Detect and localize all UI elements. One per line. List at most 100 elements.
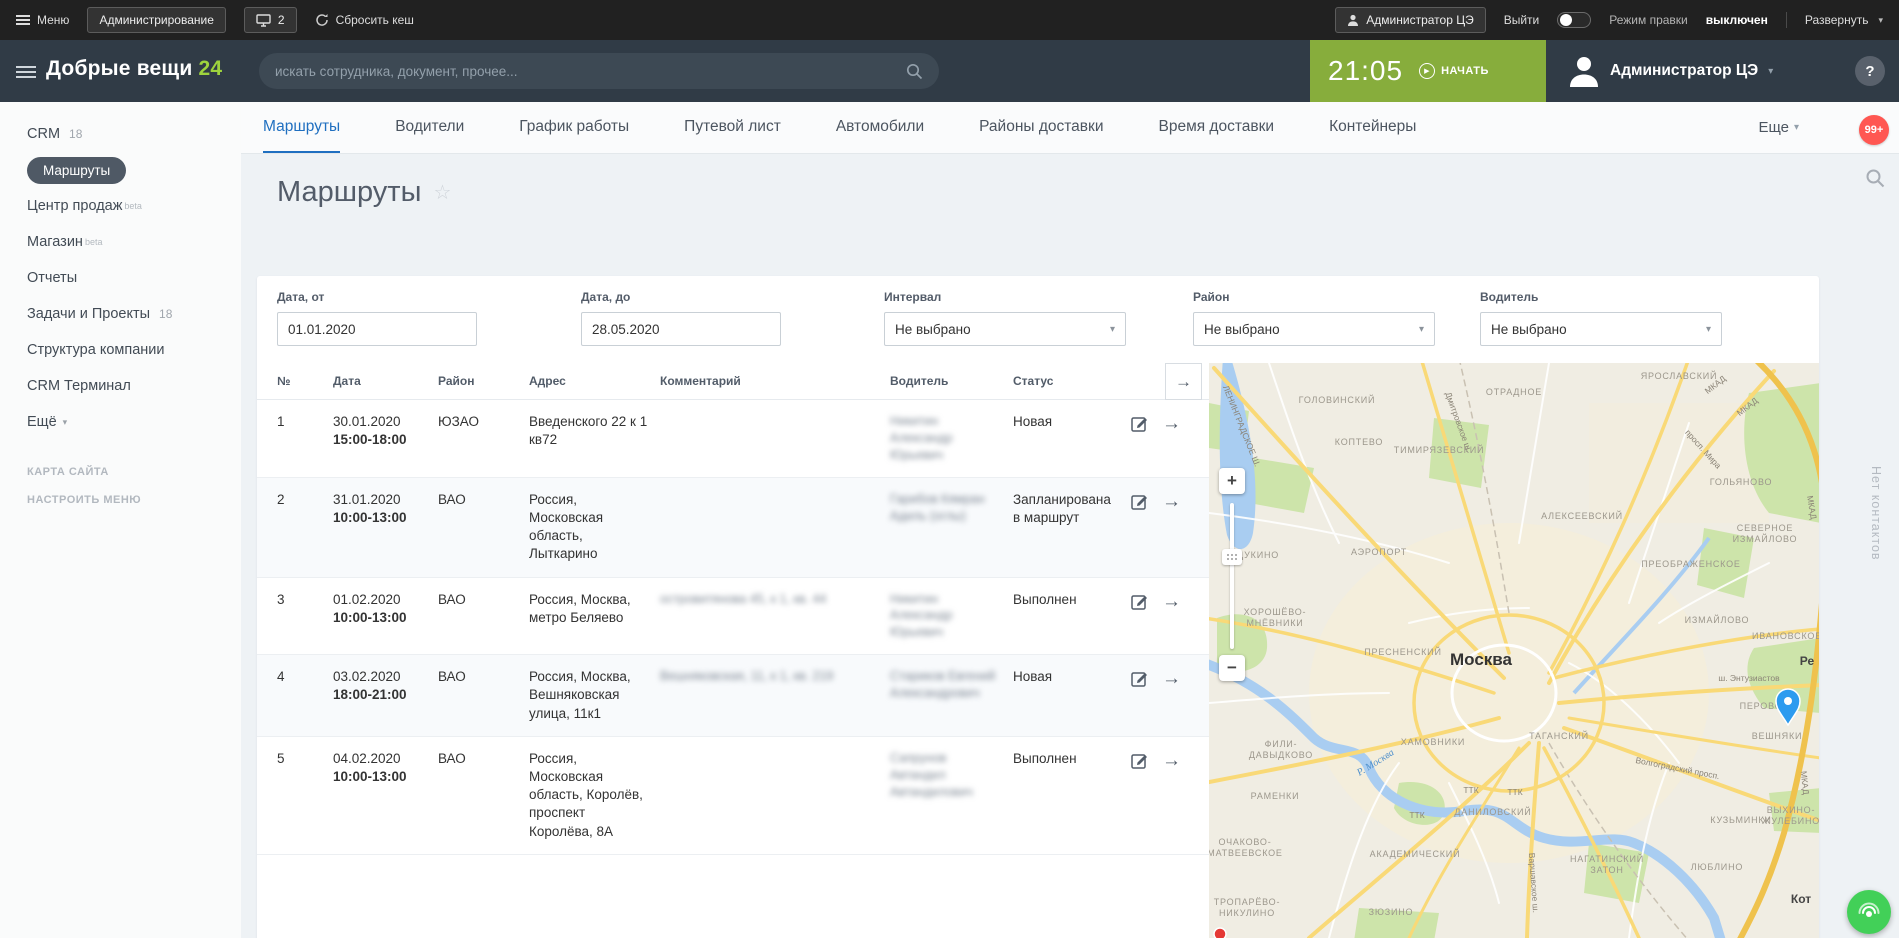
expand-button[interactable]: Развернуть ▾ [1805,13,1883,27]
tabs-bar: Маршруты Водители График работы Путевой … [241,102,1899,154]
logo[interactable]: Добрые вещи24 [46,57,222,81]
interval-select[interactable]: Не выбрано ▾ [884,312,1126,346]
current-user-menu[interactable]: Администратор ЦЭ ▾ [1568,53,1773,89]
map[interactable]: ГОЛОВИНСКИЙЛЕНИНГРАДСКОЕ Ш.КОПТЕВОТИМИРЯ… [1209,363,1819,938]
cell-address: Россия, Московская область, Королёв, про… [529,737,660,854]
tab-schedule[interactable]: График работы [519,102,629,153]
cell-address: Россия, Московская область, Лыткарино [529,478,660,577]
map-label: ГОЛЬЯНОВО [1710,477,1773,487]
open-route-arrow[interactable]: → [1162,492,1181,511]
edit-button[interactable] [1130,592,1149,611]
global-search[interactable] [259,53,939,89]
table-row[interactable]: 3 01.02.202010:00-13:00 ВАО Россия, Моск… [257,578,1209,656]
open-route-arrow[interactable]: → [1162,414,1181,433]
sidebar: CRM 18 Маршруты Центр продажbeta Магазин… [0,102,241,938]
edit-button[interactable] [1130,751,1149,770]
map-label: НАГАТИНСКИЙ [1570,853,1644,864]
tab-drivers[interactable]: Водители [395,102,464,153]
work-timer[interactable]: 21:05 ▶ НАЧАТЬ [1310,40,1546,102]
open-route-arrow[interactable]: → [1162,751,1181,770]
sidebar-item-label: Структура компании [27,342,164,358]
sidebar-item-tasks[interactable]: Задачи и Проекты 18 [0,296,241,332]
timer-start-button[interactable]: ▶ НАЧАТЬ [1419,63,1489,79]
edit-mode-toggle[interactable] [1557,12,1591,28]
filter-label: Водитель [1480,290,1722,304]
tab-delivery-districts[interactable]: Районы доставки [979,102,1103,153]
tab-more[interactable]: Еще ▾ [1758,102,1799,153]
table-row[interactable]: 5 04.02.202010:00-13:00 ВАО Россия, Моск… [257,737,1209,855]
chevron-down-icon: ▾ [1878,15,1883,26]
open-route-arrow[interactable]: → [1162,592,1181,611]
table-row[interactable]: 2 31.01.202010:00-13:00 ВАО Россия, Моск… [257,478,1209,578]
cell-address: Россия, Москва, метро Беляево [529,578,660,655]
counter-badge: 18 [69,127,82,141]
sidebar-item-company-structure[interactable]: Структура компании [0,332,241,368]
cell-address: Россия, Москва, Вешняковская улица, 11к1 [529,655,660,736]
favorite-star-icon[interactable]: ☆ [433,180,451,205]
tab-waybill[interactable]: Путевой лист [684,102,781,153]
global-search-input[interactable] [275,64,906,79]
map-label: ХАМОВНИКИ [1401,737,1465,747]
sidebar-item-crm[interactable]: CRM 18 [0,116,241,152]
tab-cars[interactable]: Автомобили [836,102,924,153]
sidebar-item-label: CRM [27,126,60,142]
map-label: Москва [1450,650,1513,669]
cell-comment [660,400,890,477]
map-label: РАМЕНКИ [1251,791,1300,801]
monitor-count: 2 [278,13,285,27]
tab-delivery-time[interactable]: Время доставки [1158,102,1274,153]
zoom-out-button[interactable]: − [1219,655,1245,681]
edit-button[interactable] [1130,669,1149,688]
table-row[interactable]: 1 30.01.202015:00-18:00 ЮЗАО Введенского… [257,400,1209,478]
map-label: АКАДЕМИЧЕСКИЙ [1370,848,1461,859]
sidebar-item-routes[interactable]: Маршруты [0,152,241,188]
contacts-search-icon[interactable] [1865,168,1885,193]
cell-driver: Никитин АлександрЮрьевич [890,400,1013,477]
map-label: ТТК [1409,810,1424,820]
menu-icon [16,13,30,27]
admin-user-button[interactable]: Администратор ЦЭ [1335,7,1485,33]
district-select[interactable]: Не выбрано ▾ [1193,312,1435,346]
open-route-arrow[interactable]: → [1162,669,1181,688]
date-to-input[interactable] [581,312,781,346]
zoom-slider-handle[interactable] [1222,549,1242,565]
sidebar-item-crm-terminal[interactable]: CRM Терминал [0,368,241,404]
admin-menu-button[interactable]: Меню [16,13,69,27]
collapse-list-button[interactable]: → [1165,363,1202,400]
play-icon: ▶ [1419,63,1435,79]
edit-button[interactable] [1130,492,1149,511]
main-menu-burger[interactable] [16,63,36,81]
sidebar-item-reports[interactable]: Отчеты [0,260,241,296]
sitemap-link[interactable]: КАРТА САЙТА [0,458,241,486]
site-monitor-button[interactable]: 2 [244,7,297,33]
map-label: ЖУЛЕБИНО [1762,816,1819,826]
cell-district: ВАО [438,478,529,577]
map-label: КОПТЕВО [1335,437,1383,447]
configure-menu-link[interactable]: НАСТРОИТЬ МЕНЮ [0,486,241,514]
tab-containers[interactable]: Контейнеры [1329,102,1416,153]
timer-value: 21:05 [1328,55,1403,87]
beta-badge: beta [85,237,103,247]
date-from-input[interactable] [277,312,477,346]
filter-date-from: Дата, от [277,290,477,346]
logout-button[interactable]: Выйти [1504,13,1540,27]
zoom-slider-track[interactable] [1230,503,1234,649]
zoom-in-button[interactable]: + [1219,468,1245,494]
administration-button[interactable]: Администрирование [87,7,225,33]
cell-date: 03.02.202018:00-21:00 [333,655,438,736]
notifications-badge[interactable]: 99+ [1859,115,1889,145]
table-row[interactable]: 4 03.02.202018:00-21:00 ВАО Россия, Моск… [257,655,1209,737]
edit-button[interactable] [1130,414,1149,433]
sidebar-item-more[interactable]: Ещё ▾ [0,404,241,440]
sidebar-item-label: Задачи и Проекты [27,306,150,322]
map-label: ш. Энтузиастов [1718,673,1780,683]
support-widget-button[interactable] [1847,890,1891,934]
reset-cache-button[interactable]: Сбросить кеш [315,13,414,27]
sidebar-item-sales-center[interactable]: Центр продажbeta [0,188,241,224]
map-label: ТАГАНСКИЙ [1529,730,1589,741]
help-button[interactable]: ? [1855,56,1885,86]
driver-select[interactable]: Не выбрано ▾ [1480,312,1722,346]
sidebar-item-shop[interactable]: Магазинbeta [0,224,241,260]
tab-routes[interactable]: Маршруты [263,102,340,153]
map-canvas[interactable]: ГОЛОВИНСКИЙЛЕНИНГРАДСКОЕ Ш.КОПТЕВОТИМИРЯ… [1209,363,1819,938]
